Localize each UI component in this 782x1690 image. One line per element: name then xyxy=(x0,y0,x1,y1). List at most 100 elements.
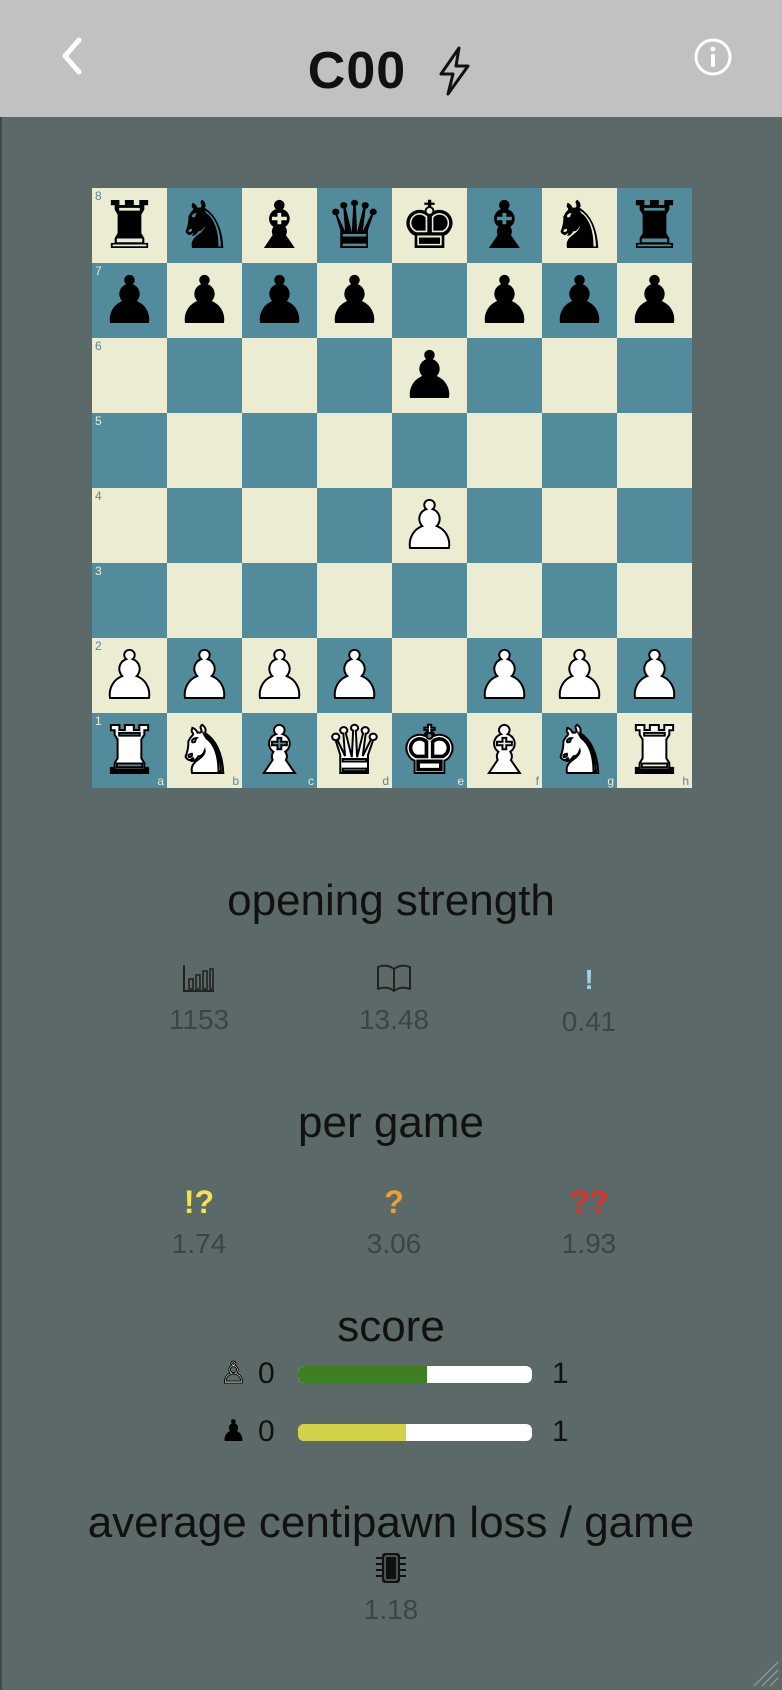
square-e4[interactable]: ♟ xyxy=(392,487,467,564)
square-a3[interactable]: 3 xyxy=(92,563,167,638)
black-rook-icon[interactable]: ♜ xyxy=(625,188,684,263)
square-h4[interactable] xyxy=(617,488,692,563)
square-d3[interactable] xyxy=(317,563,392,638)
square-f7[interactable]: ♟ xyxy=(467,263,542,338)
black-king-icon[interactable]: ♚ xyxy=(400,188,459,263)
black-pawn-icon[interactable]: ♟ xyxy=(475,263,534,338)
square-b4[interactable] xyxy=(167,488,242,563)
black-pawn-icon[interactable]: ♟ xyxy=(175,263,234,338)
square-a7[interactable]: 7 ♟ xyxy=(92,263,167,338)
square-g3[interactable] xyxy=(542,563,617,638)
square-d7[interactable]: ♟ xyxy=(317,263,392,338)
white-pawn-icon[interactable]: ♟ xyxy=(174,637,235,714)
square-h5[interactable] xyxy=(617,413,692,488)
square-g5[interactable] xyxy=(542,413,617,488)
black-rook-icon[interactable]: ♜ xyxy=(100,188,159,263)
square-f5[interactable] xyxy=(467,413,542,488)
square-h7[interactable]: ♟ xyxy=(617,263,692,338)
square-e7[interactable] xyxy=(392,263,467,338)
square-d6[interactable] xyxy=(317,338,392,413)
square-h1[interactable]: h ♜ xyxy=(617,712,692,789)
white-knight-icon[interactable]: ♞ xyxy=(174,712,235,789)
square-a5[interactable]: 5 xyxy=(92,413,167,488)
white-rook-icon[interactable]: ♜ xyxy=(624,712,685,789)
square-h6[interactable] xyxy=(617,338,692,413)
black-pawn-icon[interactable]: ♟ xyxy=(250,263,309,338)
white-bishop-icon[interactable]: ♝ xyxy=(474,712,535,789)
square-a2[interactable]: 2 ♟ xyxy=(92,637,167,714)
square-b2[interactable]: ♟ xyxy=(167,637,242,714)
white-pawn-icon[interactable]: ♟ xyxy=(399,487,460,564)
square-e3[interactable] xyxy=(392,563,467,638)
square-a8[interactable]: 8 ♜ xyxy=(92,188,167,263)
square-g8[interactable]: ♞ xyxy=(542,188,617,263)
square-e5[interactable] xyxy=(392,413,467,488)
square-d5[interactable] xyxy=(317,413,392,488)
black-bishop-icon[interactable]: ♝ xyxy=(250,188,309,263)
square-g6[interactable] xyxy=(542,338,617,413)
black-pawn-icon[interactable]: ♟ xyxy=(400,338,459,413)
square-h2[interactable]: ♟ xyxy=(617,637,692,714)
black-pawn-icon[interactable]: ♟ xyxy=(625,263,684,338)
square-b7[interactable]: ♟ xyxy=(167,263,242,338)
square-f2[interactable]: ♟ xyxy=(467,637,542,714)
square-f8[interactable]: ♝ xyxy=(467,188,542,263)
square-g2[interactable]: ♟ xyxy=(542,637,617,714)
square-d1[interactable]: d ♛ xyxy=(317,712,392,789)
square-c6[interactable] xyxy=(242,338,317,413)
white-pawn-icon[interactable]: ♟ xyxy=(249,637,310,714)
white-pawn-icon[interactable]: ♟ xyxy=(624,637,685,714)
chess-board[interactable]: 8 ♜ ♞ ♝ ♛ ♚ ♝ ♞ ♜ 7 ♟ ♟ ♟ ♟ ♟ ♟ ♟ 6 ♟ 5 4 ♟ 3 2 ♟ ♟ ♟ ♟ ♟ ♟ ♟ 1 a ♜ b ♞ c ♝ d ♛… xyxy=(92,188,692,789)
square-g7[interactable]: ♟ xyxy=(542,263,617,338)
square-c5[interactable] xyxy=(242,413,317,488)
square-f4[interactable] xyxy=(467,488,542,563)
square-f3[interactable] xyxy=(467,563,542,638)
square-a6[interactable]: 6 xyxy=(92,338,167,413)
lightning-bolt-icon[interactable] xyxy=(434,45,474,97)
square-b1[interactable]: b ♞ xyxy=(167,712,242,789)
white-pawn-icon[interactable]: ♟ xyxy=(99,637,160,714)
square-c7[interactable]: ♟ xyxy=(242,263,317,338)
square-a4[interactable]: 4 xyxy=(92,488,167,563)
square-g4[interactable] xyxy=(542,488,617,563)
square-e2[interactable] xyxy=(392,638,467,713)
white-rook-icon[interactable]: ♜ xyxy=(99,712,160,789)
square-f1[interactable]: f ♝ xyxy=(467,712,542,789)
square-h8[interactable]: ♜ xyxy=(617,188,692,263)
square-c3[interactable] xyxy=(242,563,317,638)
square-e8[interactable]: ♚ xyxy=(392,188,467,263)
black-pawn-icon[interactable]: ♟ xyxy=(550,263,609,338)
black-knight-icon[interactable]: ♞ xyxy=(175,188,234,263)
square-b5[interactable] xyxy=(167,413,242,488)
white-pawn-icon[interactable]: ♟ xyxy=(549,637,610,714)
square-c4[interactable] xyxy=(242,488,317,563)
square-h3[interactable] xyxy=(617,563,692,638)
resize-grip-icon[interactable] xyxy=(750,1658,780,1688)
black-pawn-icon[interactable]: ♟ xyxy=(100,263,159,338)
black-bishop-icon[interactable]: ♝ xyxy=(475,188,534,263)
square-e6[interactable]: ♟ xyxy=(392,338,467,413)
white-king-icon[interactable]: ♚ xyxy=(399,712,460,789)
square-d2[interactable]: ♟ xyxy=(317,637,392,714)
square-e1[interactable]: e ♚ xyxy=(392,712,467,789)
square-a1[interactable]: 1 a ♜ xyxy=(92,712,167,789)
square-c1[interactable]: c ♝ xyxy=(242,712,317,789)
square-b6[interactable] xyxy=(167,338,242,413)
white-bishop-icon[interactable]: ♝ xyxy=(249,712,310,789)
square-g1[interactable]: g ♞ xyxy=(542,712,617,789)
black-queen-icon[interactable]: ♛ xyxy=(325,188,384,263)
white-pawn-icon[interactable]: ♟ xyxy=(324,637,385,714)
square-b3[interactable] xyxy=(167,563,242,638)
square-c8[interactable]: ♝ xyxy=(242,188,317,263)
black-knight-icon[interactable]: ♞ xyxy=(550,188,609,263)
black-pawn-icon[interactable]: ♟ xyxy=(325,263,384,338)
square-d4[interactable] xyxy=(317,488,392,563)
white-knight-icon[interactable]: ♞ xyxy=(549,712,610,789)
white-pawn-icon[interactable]: ♟ xyxy=(474,637,535,714)
white-queen-icon[interactable]: ♛ xyxy=(324,712,385,789)
info-button[interactable] xyxy=(688,32,738,82)
square-d8[interactable]: ♛ xyxy=(317,188,392,263)
square-c2[interactable]: ♟ xyxy=(242,637,317,714)
square-b8[interactable]: ♞ xyxy=(167,188,242,263)
square-f6[interactable] xyxy=(467,338,542,413)
